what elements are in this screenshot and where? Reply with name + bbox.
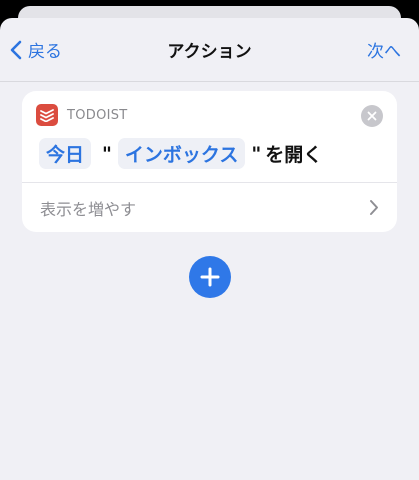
- action-verb: を開く: [265, 144, 323, 166]
- action-card: TODOIST 今日 " インボックス " を開く 表示を増やす: [22, 91, 397, 232]
- app-name: TODOIST: [67, 107, 128, 123]
- page-title: アクション: [167, 42, 252, 62]
- shortcut-sheet: 戻る アクション 次へ TODOIST 今日 " インボックス " を開く 表示…: [0, 18, 419, 480]
- next-button[interactable]: 次へ: [367, 37, 401, 62]
- close-icon: [367, 111, 377, 121]
- chevron-right-icon: [370, 200, 378, 215]
- show-more-row[interactable]: 表示を増やす: [22, 183, 397, 232]
- quote-open: ": [102, 142, 112, 165]
- param-today-token[interactable]: 今日: [39, 138, 92, 169]
- navigation-bar: 戻る アクション 次へ: [0, 18, 419, 82]
- todoist-icon: [36, 104, 58, 126]
- action-summary: 今日 " インボックス " を開く: [39, 138, 322, 169]
- action-app-header: TODOIST: [36, 104, 128, 126]
- param-inbox-token[interactable]: インボックス: [117, 138, 246, 169]
- quote-close: ": [251, 142, 262, 165]
- add-action-button[interactable]: [189, 256, 231, 298]
- show-more-label: 表示を増やす: [40, 199, 137, 219]
- remove-action-button[interactable]: [361, 105, 383, 127]
- plus-icon: [200, 267, 220, 287]
